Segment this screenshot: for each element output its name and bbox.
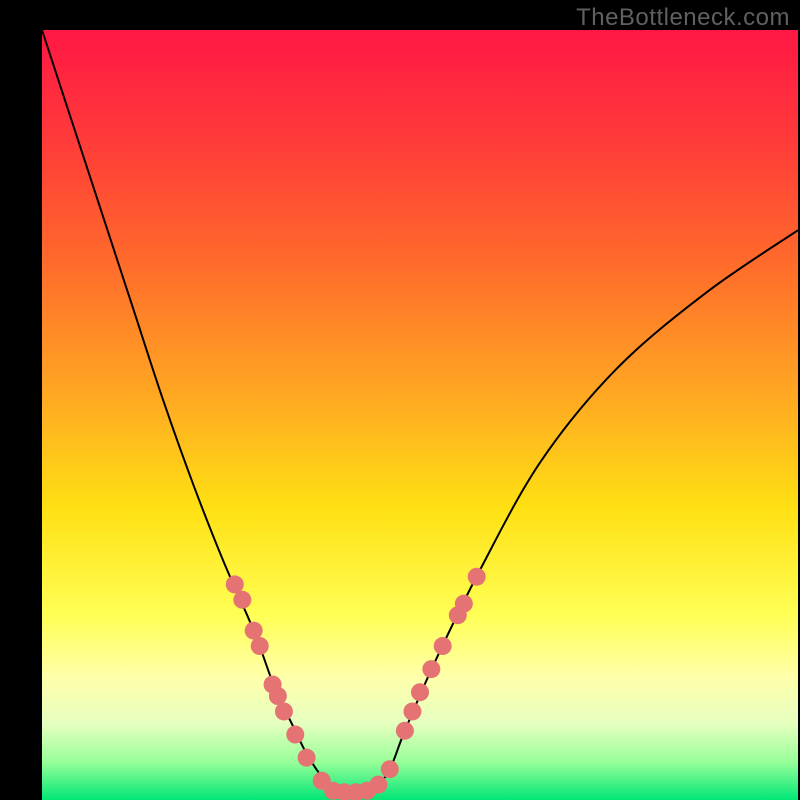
marker-dot [369,776,387,794]
marker-dot [275,702,293,720]
bottleneck-chart [0,0,800,800]
marker-dot [286,726,304,744]
marker-dot [381,760,399,778]
marker-dot [245,622,263,640]
marker-dot [269,687,287,705]
watermark-text: TheBottleneck.com [576,4,790,32]
marker-dot [251,637,269,655]
marker-dot [226,575,244,593]
marker-dot [468,568,486,586]
marker-dot [422,660,440,678]
marker-dot [298,749,316,767]
marker-dot [411,683,429,701]
chart-frame: TheBottleneck.com [0,0,800,800]
marker-dot [455,595,473,613]
marker-dot [403,702,421,720]
marker-dot [233,591,251,609]
marker-dot [396,722,414,740]
marker-dot [434,637,452,655]
